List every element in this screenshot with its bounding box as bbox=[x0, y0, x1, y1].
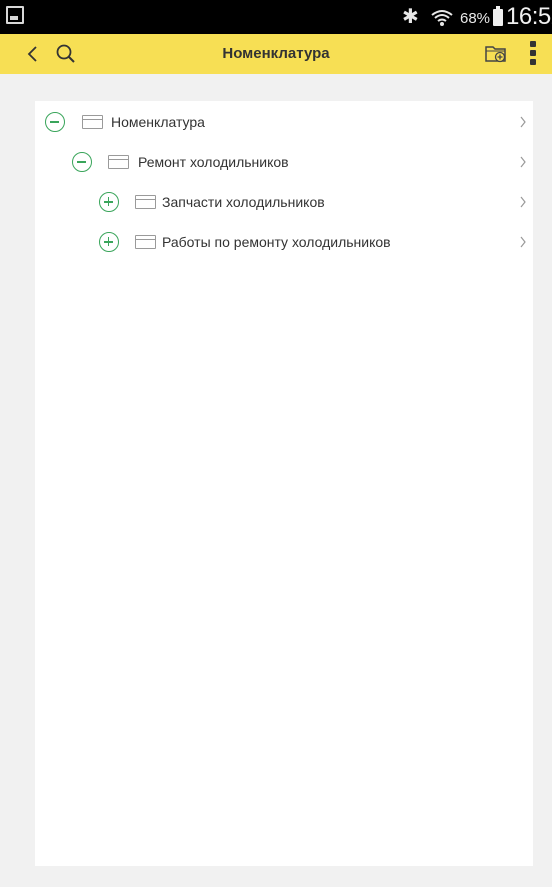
new-folder-icon[interactable] bbox=[485, 44, 507, 64]
chevron-right-icon[interactable] bbox=[519, 155, 527, 169]
folder-icon bbox=[134, 195, 156, 209]
collapse-icon[interactable] bbox=[45, 112, 65, 132]
tree-item-label: Номенклатура bbox=[111, 114, 205, 130]
tree-row[interactable]: Ремонт холодильников bbox=[35, 142, 533, 182]
tree-item-label: Запчасти холодильников bbox=[162, 194, 325, 210]
tree-panel: Номенклатура Ремонт холодильников Запчас… bbox=[35, 101, 533, 866]
bluetooth-icon: ✱ bbox=[402, 6, 419, 28]
folder-icon bbox=[134, 235, 156, 249]
status-bar: ✱ 68% 16:52 bbox=[0, 0, 552, 34]
app-bar: Номенклатура bbox=[0, 34, 552, 74]
tree-row[interactable]: Работы по ремонту холодильников bbox=[35, 222, 533, 262]
collapse-icon[interactable] bbox=[72, 152, 92, 172]
clock: 16:52 bbox=[506, 3, 552, 30]
tree-item-label: Работы по ремонту холодильников bbox=[162, 234, 391, 250]
tree-row[interactable]: Номенклатура bbox=[35, 102, 533, 142]
battery-percent: 68% bbox=[460, 10, 491, 27]
wifi-icon bbox=[431, 10, 453, 26]
chevron-right-icon[interactable] bbox=[519, 115, 527, 129]
chevron-right-icon[interactable] bbox=[519, 195, 527, 209]
page-title: Номенклатура bbox=[222, 45, 330, 62]
screenshot-icon bbox=[6, 6, 24, 24]
chevron-right-icon[interactable] bbox=[519, 235, 527, 249]
folder-icon bbox=[107, 155, 129, 169]
folder-icon bbox=[81, 115, 103, 129]
expand-icon[interactable] bbox=[99, 192, 119, 212]
more-icon[interactable] bbox=[528, 40, 538, 68]
tree-item-label: Ремонт холодильников bbox=[138, 154, 289, 170]
expand-icon[interactable] bbox=[99, 232, 119, 252]
tree-row[interactable]: Запчасти холодильников bbox=[35, 182, 533, 222]
battery-icon bbox=[493, 6, 503, 26]
